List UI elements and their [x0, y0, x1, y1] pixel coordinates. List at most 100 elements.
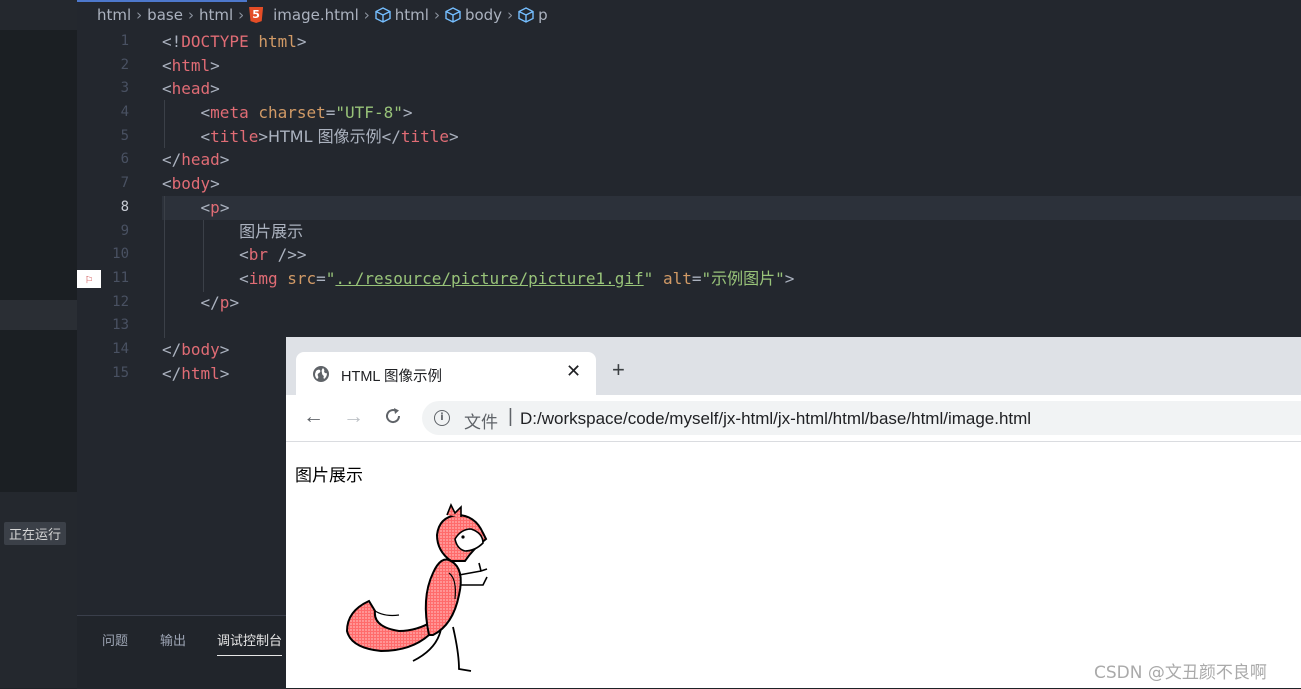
code-line-1[interactable]: <!DOCTYPE html>: [162, 30, 1301, 54]
activity-bar-item[interactable]: [0, 300, 77, 330]
html5-file-icon: 5: [249, 7, 264, 23]
tag-name: p: [219, 292, 230, 312]
globe-icon: [313, 366, 329, 382]
code-line-11[interactable]: <img src="../resource/picture/picture1.g…: [162, 267, 1301, 291]
line-number: 10: [112, 246, 129, 263]
page-paragraph: 图片展示: [295, 466, 363, 486]
tag-name: body: [181, 339, 220, 359]
running-badge[interactable]: 正在运行: [4, 522, 67, 545]
forward-arrow-icon[interactable]: →: [343, 405, 364, 429]
line-number-gutter: 1 2 3 4 5 6 7 8 9 10 11 12 13 14 15: [77, 30, 137, 385]
element-cube-icon: [445, 7, 461, 23]
line-number: 9: [120, 222, 129, 239]
tag-name: img: [248, 268, 278, 288]
file-scheme-label: 文件: [464, 413, 498, 433]
new-tab-button[interactable]: +: [612, 359, 625, 381]
tag-name: body: [171, 174, 211, 194]
attr-value: "示例图片": [701, 268, 785, 288]
code-line-2[interactable]: <html>: [162, 54, 1301, 78]
element-cube-icon: [375, 7, 391, 23]
breadcrumb-item-html-element[interactable]: html: [375, 6, 429, 24]
browser-tab[interactable]: HTML 图像示例 ✕: [296, 352, 596, 395]
code-line-3[interactable]: <head>: [162, 77, 1301, 101]
src-link[interactable]: ../resource/picture/picture1.gif: [335, 269, 643, 288]
code-line-4[interactable]: <meta charset="UTF-8">: [162, 101, 1301, 125]
breadcrumb-chevron-icon: ›: [433, 6, 440, 24]
line-number: 2: [120, 56, 129, 73]
activity-bar: 正在运行: [0, 0, 77, 688]
breadcrumb-chevron-icon: ›: [238, 6, 245, 24]
doctype-keyword: DOCTYPE: [181, 32, 249, 51]
doctype-value: html: [248, 32, 297, 51]
line-number: 1: [120, 33, 129, 49]
attr-name: src: [277, 268, 317, 288]
line-number: 5: [120, 127, 129, 144]
line-number: 6: [120, 151, 129, 168]
tag-name: br: [248, 245, 268, 265]
punct: <!: [162, 32, 182, 51]
back-arrow-icon[interactable]: ←: [303, 405, 324, 429]
breadcrumb-item-file[interactable]: 5 image.html: [249, 6, 359, 24]
text-content: HTML 图像示例: [267, 126, 382, 146]
code-line-6[interactable]: </head>: [162, 148, 1301, 172]
browser-tabstrip: HTML 图像示例 ✕ +: [286, 337, 1301, 395]
tag-name: html: [171, 55, 211, 75]
tag-name: p: [210, 197, 220, 217]
code-content[interactable]: <!DOCTYPE html> <html> <head> <meta char…: [162, 30, 1301, 385]
attr-name: alt: [653, 268, 692, 288]
tab-output[interactable]: 输出: [160, 630, 186, 649]
breadcrumb-chevron-icon: ›: [507, 6, 514, 24]
element-cube-icon: [518, 7, 534, 23]
line-number: 15: [112, 364, 129, 381]
bottom-panel-tabs: 问题 输出 调试控制台: [77, 615, 286, 689]
attr-value: "UTF-8": [335, 103, 403, 123]
breadcrumb-item-base[interactable]: base: [147, 6, 183, 24]
code-line-9[interactable]: 图片展示: [162, 220, 1301, 244]
activity-bar-top: [0, 0, 77, 30]
info-icon[interactable]: i: [434, 410, 450, 426]
breadcrumb-item-p[interactable]: p: [518, 6, 548, 24]
code-line-5[interactable]: <title>HTML 图像示例</title>: [162, 125, 1301, 149]
punct: >: [296, 32, 307, 51]
tag-name: title: [210, 126, 259, 146]
watermark-text: CSDN @文丑颜不良啊: [1094, 663, 1267, 683]
tag-name: head: [171, 79, 211, 99]
tag-name: meta: [210, 103, 249, 123]
close-icon[interactable]: ✕: [566, 361, 581, 382]
url-text[interactable]: D:/workspace/code/myself/jx-html/jx-html…: [520, 409, 1031, 429]
breadcrumb-chevron-icon: ›: [187, 6, 194, 24]
punct: />: [267, 245, 297, 265]
code-line-13[interactable]: [162, 314, 1301, 338]
text-content: 图片展示: [239, 221, 304, 241]
tab-debug-console[interactable]: 调试控制台: [217, 630, 283, 656]
breadcrumb: html › base › html › 5 image.html › html…: [77, 0, 1301, 30]
code-line-7[interactable]: <body>: [162, 172, 1301, 196]
breadcrumb-chevron-icon: ›: [136, 6, 143, 24]
breadcrumb-body-label: body: [464, 6, 503, 24]
tag-name: title: [400, 126, 450, 146]
code-line-12[interactable]: </p>: [162, 291, 1301, 315]
punct: =: [325, 103, 336, 123]
line-number: 7: [120, 175, 129, 192]
tag-name: html: [181, 363, 220, 383]
browser-window: HTML 图像示例 ✕ + ← → i 文件 | D:/workspace/co…: [286, 337, 1301, 688]
line-number: 13: [112, 317, 129, 334]
code-line-10[interactable]: <br />>: [162, 243, 1301, 267]
breadcrumb-item-html-folder[interactable]: html: [199, 6, 233, 24]
tab-problems[interactable]: 问题: [102, 630, 128, 649]
line-number: 4: [120, 104, 129, 121]
browser-toolbar: ← → i 文件 | D:/workspace/code/myself/jx-h…: [286, 395, 1301, 442]
breadcrumb-item-body[interactable]: body: [445, 6, 502, 24]
quote: ": [325, 268, 336, 288]
fox-gif-image: [345, 503, 488, 672]
breadcrumb-item-html-root[interactable]: html: [97, 6, 131, 24]
breadcrumb-file-label: image.html: [273, 6, 359, 24]
breadcrumb-p-label: p: [538, 6, 548, 24]
line-number: 3: [120, 80, 129, 97]
image-preview-gutter-icon[interactable]: ⚐: [77, 270, 101, 288]
code-line-8[interactable]: <p>: [162, 196, 1301, 220]
url-separator: |: [508, 406, 513, 427]
address-bar[interactable]: i 文件 | D:/workspace/code/myself/jx-html/…: [422, 401, 1301, 435]
reload-icon[interactable]: [383, 406, 403, 426]
tag-name: head: [181, 150, 220, 170]
